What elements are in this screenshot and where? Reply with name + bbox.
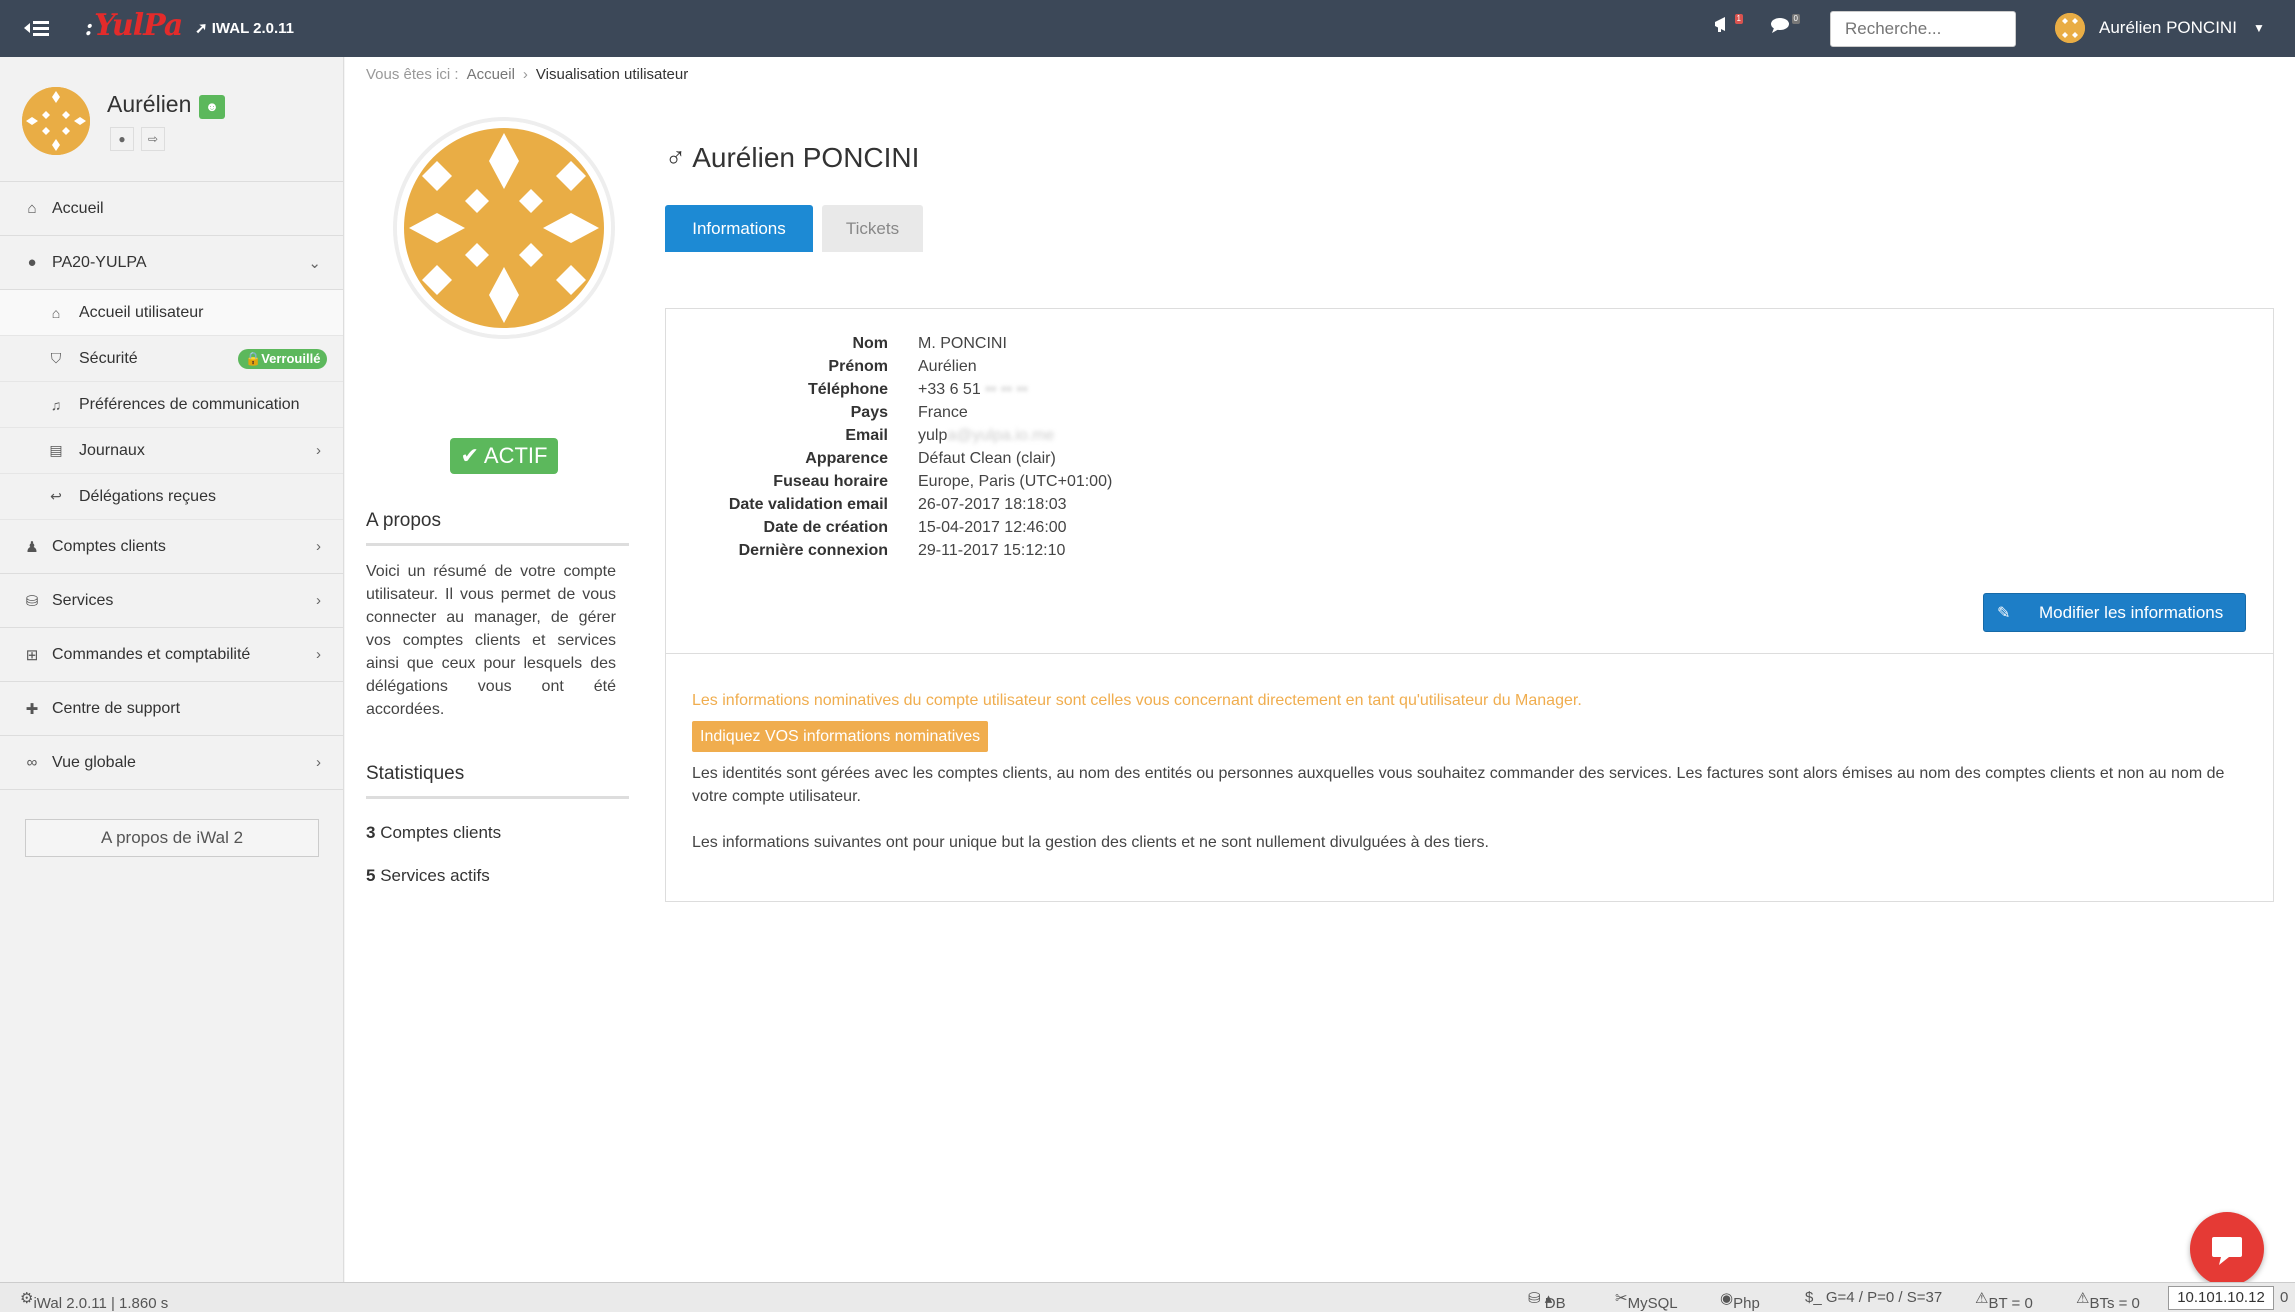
description-identities: Les identités sont gérées avec les compt… (692, 765, 2225, 805)
sidebar-item-delegations[interactable]: ↩ Délégations reçues (0, 474, 343, 520)
home-icon: ⌂ (27, 200, 37, 217)
sidebar-item-comptes-clients[interactable]: ♟ Comptes clients › (0, 520, 343, 574)
page-title: ♂ Aurélien PONCINI (665, 142, 920, 173)
footer-ip: 10.101.10.12 (2168, 1286, 2274, 1310)
footer-mysql[interactable]: ✂ MySQL (1615, 1289, 1678, 1312)
footer-bts[interactable]: ⚠ BTs = 0 (2076, 1289, 2140, 1312)
about-iwal-button[interactable]: A propos de iWal 2 (25, 819, 319, 857)
stat-comptes-clients: 3 Comptes clients (366, 823, 502, 842)
tab-tickets[interactable]: Tickets (822, 205, 923, 252)
warning-text: Les informations nominatives du compte u… (692, 692, 1582, 709)
tab-informations[interactable]: Informations (665, 205, 813, 252)
bell-icon: ♫ (50, 396, 62, 413)
info-row: Date validation email 26-07-2017 18:18:03 (728, 496, 1067, 513)
description-privacy: Les informations suivantes ont pour uniq… (692, 834, 1489, 851)
info-row: Nom M. PONCINI (852, 335, 1007, 352)
main-content: Vous êtes ici : Accueil › Visualisation … (345, 57, 2295, 1282)
info-panel: Nom M. PONCINI Prénom Aurélien Téléphone +3… (665, 308, 2274, 902)
sidebar-item-preferences[interactable]: ♫ Préférences de communication (0, 382, 343, 428)
stats-title: Statistiques (366, 763, 629, 799)
footer-tail: 0 (2280, 1289, 2289, 1306)
reply-icon: ↩ (50, 488, 62, 504)
sidebar-item-accueil[interactable]: ⌂ Accueil (0, 182, 343, 236)
cart-icon: ⊞ (25, 646, 39, 664)
sidebar-item-securite[interactable]: ⛉ Sécurité 🔒Verrouillé (0, 336, 343, 382)
info-row: Fuseau horaire Europe, Paris (UTC+01:00) (773, 473, 1113, 490)
footer-counters[interactable]: $_ G=4 / P=0 / S=37 (1805, 1289, 1942, 1306)
user-icon: ● (27, 254, 37, 271)
user-status-icon: ☻ (199, 95, 225, 119)
home-icon: ⌂ (51, 304, 61, 321)
caret-down-icon: ▼ (2252, 21, 2265, 35)
sidebar-item-commandes[interactable]: ⊞ Commandes et comptabilité › (0, 628, 343, 682)
breadcrumb-separator: › (522, 66, 528, 83)
sidebar-item-vue-globale[interactable]: ∞ Vue globale › (0, 736, 343, 790)
shield-icon: ⛉ (50, 350, 62, 366)
user-name: Aurélien PONCINI (2099, 18, 2237, 37)
footer-db[interactable]: ⛁ DB ▴ (1528, 1289, 1566, 1312)
notifications-icon[interactable]: 1 (1713, 14, 1743, 42)
top-bar: :YulPa ➚ IWAL 2.0.11 1 0 Aurélien PONCIN… (0, 0, 2295, 57)
person-icon: ♟ (25, 538, 39, 556)
profile-name: Aurélien (107, 91, 192, 117)
app-logo[interactable]: :YulPa (85, 8, 183, 43)
breadcrumb: Vous êtes ici : Accueil › Visualisation … (366, 66, 689, 83)
info-row: Téléphone +33 6 51 •• •• •• (807, 381, 1028, 398)
info-row: Dernière connexion 29-11-2017 15:12:10 (738, 542, 1066, 559)
chevron-down-icon: ⌄ (308, 254, 321, 272)
info-row: Email yulpa@yulpa.io.me (845, 427, 1055, 444)
sidebar-item-account[interactable]: ● PA20-YULPA ⌄ (0, 236, 343, 290)
messages-icon[interactable]: 0 (1770, 14, 1800, 42)
logout-icon[interactable]: ⇨ (141, 127, 165, 151)
info-row: Prénom Aurélien (828, 358, 977, 375)
sidebar-profile: Aurélien ☻ ● ⇨ (0, 57, 343, 182)
medkit-icon: ✚ (25, 700, 39, 718)
info-table: Nom M. PONCINI Prénom Aurélien Téléphone +3… (666, 309, 2273, 654)
sidebar: Aurélien ☻ ● ⇨ ⌂ Accueil ● PA20-YULPA ⌄ … (0, 57, 344, 1282)
messages-badge: 0 (1791, 14, 1800, 24)
info-row: Pays France (850, 404, 968, 421)
warning-label: Indiquez VOS informations nominatives (692, 721, 989, 752)
binoculars-icon: ∞ (26, 754, 38, 771)
blurred-value: •• •• •• (985, 381, 1028, 398)
chevron-right-icon: › (316, 538, 321, 555)
chevron-right-icon: › (316, 754, 321, 771)
chevron-right-icon: › (316, 592, 321, 609)
notifications-badge: 1 (1734, 14, 1743, 24)
pencil-icon: ✎ (1997, 605, 2011, 622)
chevron-right-icon: › (316, 646, 321, 663)
user-avatar (2055, 13, 2085, 43)
stat-services-actifs: 5 Services actifs (366, 866, 490, 885)
sidebar-item-accueil-utilisateur[interactable]: ⌂ Accueil utilisateur (0, 290, 343, 336)
profile-user-icon[interactable]: ● (110, 127, 134, 151)
male-icon: ♂ (665, 142, 686, 173)
status-badge: ✔ ACTIF (450, 438, 558, 474)
chevron-right-icon: › (316, 442, 321, 459)
edit-info-button[interactable]: ✎ Modifier les informations (1983, 593, 2246, 632)
search-input[interactable] (1830, 11, 2016, 47)
avatar[interactable] (22, 87, 90, 155)
breadcrumb-home-link[interactable]: Accueil (467, 66, 515, 83)
cubes-icon: ⛁ (25, 592, 39, 610)
sidebar-item-services[interactable]: ⛁ Services › (0, 574, 343, 628)
app-version[interactable]: ➚ IWAL 2.0.11 (195, 19, 294, 37)
status-bar: ⚙ iWal 2.0.11 | 1.860 s ⛁ DB ▴ ✂ MySQL ◉ … (0, 1282, 2295, 1312)
sidebar-toggle-icon[interactable] (22, 15, 52, 41)
footer-bt[interactable]: ⚠ BT = 0 (1975, 1289, 2033, 1312)
info-row: Date de création 15-04-2017 12:46:00 (763, 519, 1067, 536)
book-icon: ▤ (49, 442, 63, 458)
locked-badge: 🔒Verrouillé (238, 348, 328, 369)
user-menu[interactable]: Aurélien PONCINI ▼ (2055, 13, 2265, 43)
blurred-value: a@yulpa.io.me (947, 427, 1055, 444)
sidebar-item-journaux[interactable]: ▤ Journaux › (0, 428, 343, 474)
footer-version: ⚙ iWal 2.0.11 | 1.860 s (20, 1290, 169, 1312)
info-row: Apparence Défaut Clean (clair) (805, 450, 1056, 467)
about-title: A propos (366, 510, 629, 546)
chat-icon[interactable] (2190, 1212, 2264, 1286)
profile-avatar (393, 117, 615, 339)
about-text: Voici un résumé de votre compte utilisat… (366, 563, 616, 718)
breadcrumb-current: Visualisation utilisateur (535, 66, 689, 83)
sidebar-item-support[interactable]: ✚ Centre de support (0, 682, 343, 736)
footer-php[interactable]: ◉ Php (1720, 1289, 1760, 1312)
